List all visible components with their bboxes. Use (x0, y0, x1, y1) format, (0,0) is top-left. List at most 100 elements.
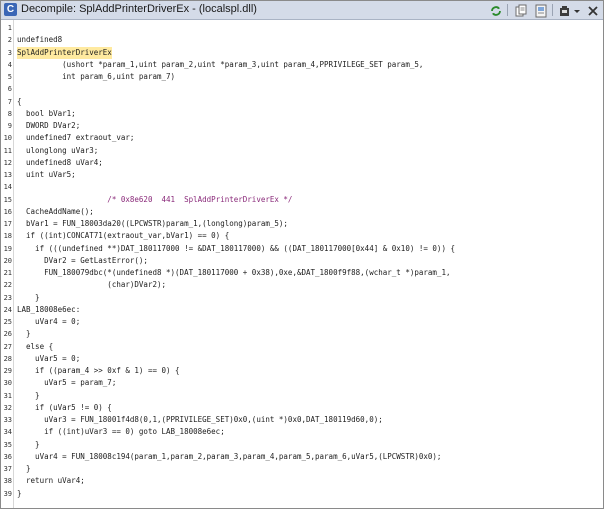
code-text: SplAddPrinterDriverEx (17, 46, 112, 59)
code-text: if (((undefined **)DAT_180117000 != &DAT… (17, 243, 455, 253)
line-number: 29 (3, 367, 12, 375)
line-number: 39 (3, 489, 12, 498)
code-line[interactable]: 14 (1, 181, 601, 193)
code-text: undefined7 extraout_var; (17, 133, 135, 143)
export-icon[interactable] (559, 3, 573, 17)
code-line[interactable]: 28 uVar5 = 0; (1, 353, 601, 365)
toolbar-separator (507, 4, 508, 16)
code-line[interactable]: 10 undefined7 extraout_var; (1, 132, 601, 144)
code-text: (char)DVar2); (17, 280, 167, 290)
code-line[interactable]: 19 if (((undefined **)DAT_180117000 != &… (1, 243, 601, 255)
line-number: 12 (3, 158, 12, 167)
code-line[interactable]: 2 undefined8 (1, 34, 601, 46)
code-line[interactable]: 29 if ((param_4 >> 0xf & 1) == 0) { (1, 365, 601, 377)
line-number: 11 (3, 146, 12, 155)
code-text: } (17, 390, 40, 400)
line-number: 7 (7, 97, 12, 106)
line-number: 9 (7, 122, 12, 130)
line-number: 38 (3, 477, 12, 486)
code-line[interactable]: 27 else { (1, 341, 601, 353)
title-bar[interactable]: C Decompile: SplAddPrinterDriverEx - (lo… (1, 1, 603, 20)
code-line[interactable]: 11 ulonglong uVar3; (1, 145, 601, 157)
line-number: 6 (7, 85, 12, 94)
close-icon[interactable] (586, 3, 600, 17)
code-line[interactable]: 39} (1, 488, 601, 500)
code-line[interactable]: 16 CacheAddName(); (1, 206, 601, 218)
code-line[interactable]: 36 uVar4 = FUN_18008c194(param_1,param_2… (1, 451, 601, 463)
line-number: 10 (3, 134, 12, 143)
decompile-window: C Decompile: SplAddPrinterDriverEx - (lo… (0, 0, 604, 509)
code-text: } (17, 292, 40, 302)
line-number: 33 (3, 416, 12, 424)
code-line[interactable]: 6 (1, 83, 601, 95)
refresh-icon[interactable] (489, 3, 503, 17)
line-number: 17 (3, 220, 12, 228)
line-number: 25 (3, 318, 12, 326)
toolbar-separator (552, 4, 553, 16)
code-line[interactable]: 35 } (1, 439, 601, 451)
code-line[interactable]: 33 uVar3 = FUN_18001f4d8(0,1,(PPRIVILEGE… (1, 414, 601, 426)
code-editor[interactable]: 1 2 undefined8 3 SplAddPrinterDriverEx 4 (ush… (1, 20, 603, 508)
code-text: uVar5 = 0; (17, 353, 81, 363)
code-line[interactable]: 13 uint uVar5; (1, 169, 601, 181)
line-number: 22 (3, 281, 12, 290)
code-line[interactable]: 5 int param_6,uint param_7) (1, 71, 601, 83)
line-number: 28 (3, 354, 12, 363)
dropdown-icon[interactable] (573, 3, 581, 17)
code-line[interactable]: 21 FUN_180079dbc(*(undefined8 *)(DAT_180… (1, 267, 601, 279)
line-number: 18 (3, 232, 12, 241)
code-line[interactable]: 7{ (1, 96, 601, 108)
code-text: ulonglong uVar3; (17, 145, 99, 155)
code-line[interactable]: 3 SplAddPrinterDriverEx (1, 46, 601, 59)
code-text: if ((int)uVar3 == 0) goto LAB_18008e6ec; (17, 427, 225, 437)
code-line[interactable]: 31 } (1, 390, 601, 402)
line-number: 27 (3, 342, 12, 351)
line-number: 34 (3, 428, 12, 437)
code-line[interactable]: 38 return uVar4; (1, 475, 601, 487)
code-line[interactable]: 24 LAB_18008e6ec: (1, 304, 601, 316)
line-number: 20 (3, 256, 12, 265)
line-number: 35 (3, 440, 12, 449)
code-text: FUN_180079dbc(*(undefined8 *)(DAT_180117… (17, 268, 451, 277)
line-number: 2 (7, 36, 12, 45)
code-line[interactable]: 4 (ushort *param_1,uint param_2,uint *pa… (1, 59, 601, 71)
line-number: 30 (3, 379, 12, 388)
code-text: bVar1 = FUN_18003da20((LPCWSTR)param_1,(… (17, 219, 288, 228)
copy-icon[interactable] (514, 3, 528, 17)
code-line[interactable]: 32 if (uVar5 != 0) { (1, 402, 601, 414)
line-number: 5 (7, 73, 12, 81)
code-line[interactable]: 17 bVar1 = FUN_18003da20((LPCWSTR)param_… (1, 218, 601, 230)
code-text: } (17, 439, 40, 449)
code-text: undefined8 uVar4; (17, 157, 103, 167)
code-line[interactable]: 30 uVar5 = param_7; (1, 377, 601, 389)
code-text: int param_6,uint param_7) (17, 72, 176, 81)
code-text: DWORD DVar2; (17, 121, 81, 130)
code-text: (ushort *param_1,uint param_2,uint *para… (17, 59, 424, 69)
code-text: undefined8 (17, 35, 63, 45)
line-number: 26 (3, 330, 12, 339)
code-line[interactable]: 34 if ((int)uVar3 == 0) goto LAB_18008e6… (1, 426, 601, 438)
code-text: { (17, 96, 22, 106)
code-text: return uVar4; (17, 476, 85, 486)
code-line[interactable]: 8 bool bVar1; (1, 108, 601, 120)
code-line[interactable]: 1 (1, 22, 601, 34)
code-line[interactable]: 23 } (1, 292, 601, 304)
code-line[interactable]: 22 (char)DVar2); (1, 279, 601, 291)
code-line[interactable]: 37 } (1, 463, 601, 475)
code-line[interactable]: 20 DVar2 = GetLastError(); (1, 255, 601, 267)
code-line[interactable]: 18 if ((int)CONCAT71(extraout_var,bVar1)… (1, 230, 601, 242)
code-text: if ((int)CONCAT71(extraout_var,bVar1) ==… (17, 231, 230, 241)
line-number: 19 (3, 244, 12, 253)
code-line[interactable]: 9 DWORD DVar2; (1, 120, 601, 132)
code-line[interactable]: 15 /* 0x8e620 441 SplAddPrinterDriverEx … (1, 194, 601, 206)
code-line[interactable]: 12 undefined8 uVar4; (1, 157, 601, 169)
snapshot-icon[interactable] (534, 3, 548, 18)
code-line[interactable]: 26 } (1, 328, 601, 340)
code-text: uint uVar5; (17, 170, 76, 179)
code-line[interactable]: 25 uVar4 = 0; (1, 316, 601, 328)
line-number: 16 (3, 207, 12, 216)
line-number: 31 (3, 391, 12, 400)
code-text: } (17, 329, 31, 339)
line-number: 13 (3, 171, 12, 179)
code-text: } (17, 464, 31, 473)
